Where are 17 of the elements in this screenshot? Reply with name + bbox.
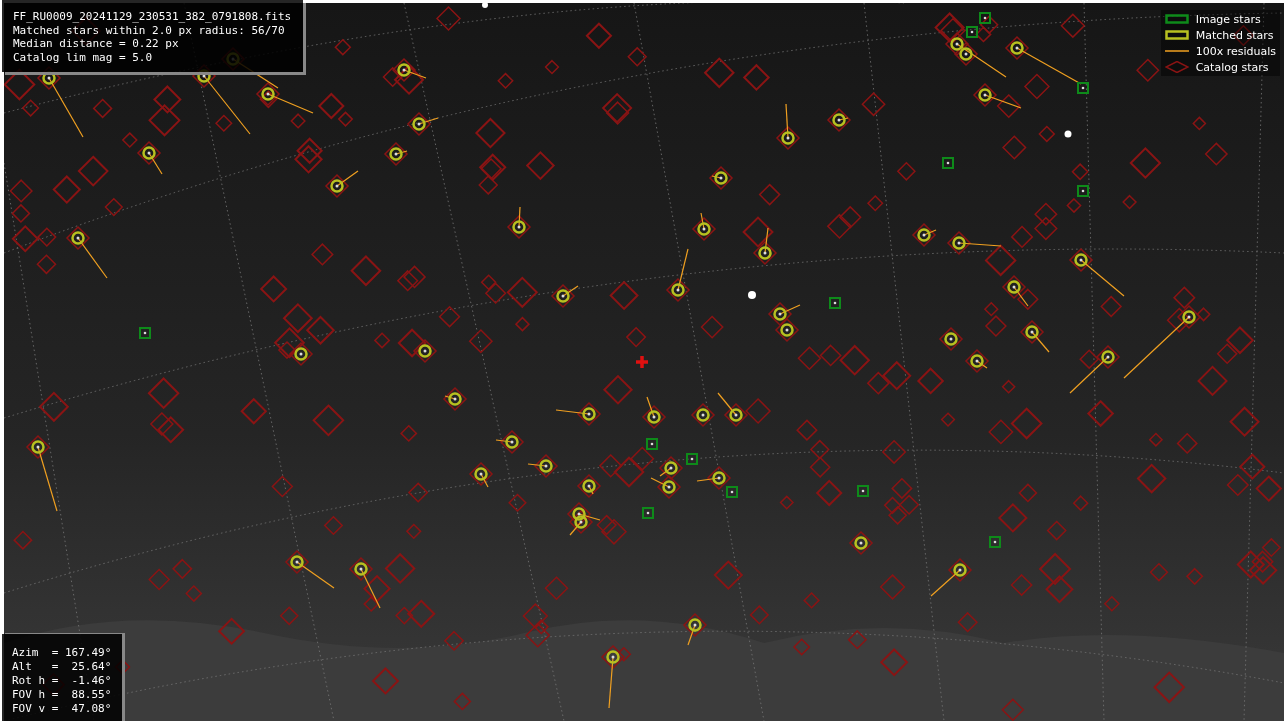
pointing-text: Alt = 25.64° xyxy=(12,660,112,674)
info-text: Matched stars within 2.0 px radius: 56/70 xyxy=(13,23,286,37)
legend-label: Matched stars xyxy=(1195,28,1274,42)
pointing-text: FOV v = 47.08° xyxy=(12,702,112,716)
info-text: Median distance = 0.22 px xyxy=(13,37,180,51)
pointing-text: FOV h = 88.55° xyxy=(12,688,112,702)
diamond-icon xyxy=(1164,61,1189,73)
pointing-text: Rot h = -1.46° xyxy=(12,674,112,688)
rectangle-icon xyxy=(1164,13,1189,25)
pointing-text: Azim = 167.49° xyxy=(12,646,112,660)
rectangle-icon xyxy=(1164,29,1189,41)
line-icon xyxy=(1164,50,1189,52)
legend-label: Image stars xyxy=(1195,12,1261,26)
legend-label: Catalog stars xyxy=(1195,60,1269,74)
info-text: Catalog lim mag = 5.0 xyxy=(13,50,154,64)
legend-label: 100x residuals xyxy=(1195,44,1276,58)
info-text: FF_RU0009_20241129_230531_382_0791808.fits xyxy=(13,10,292,24)
